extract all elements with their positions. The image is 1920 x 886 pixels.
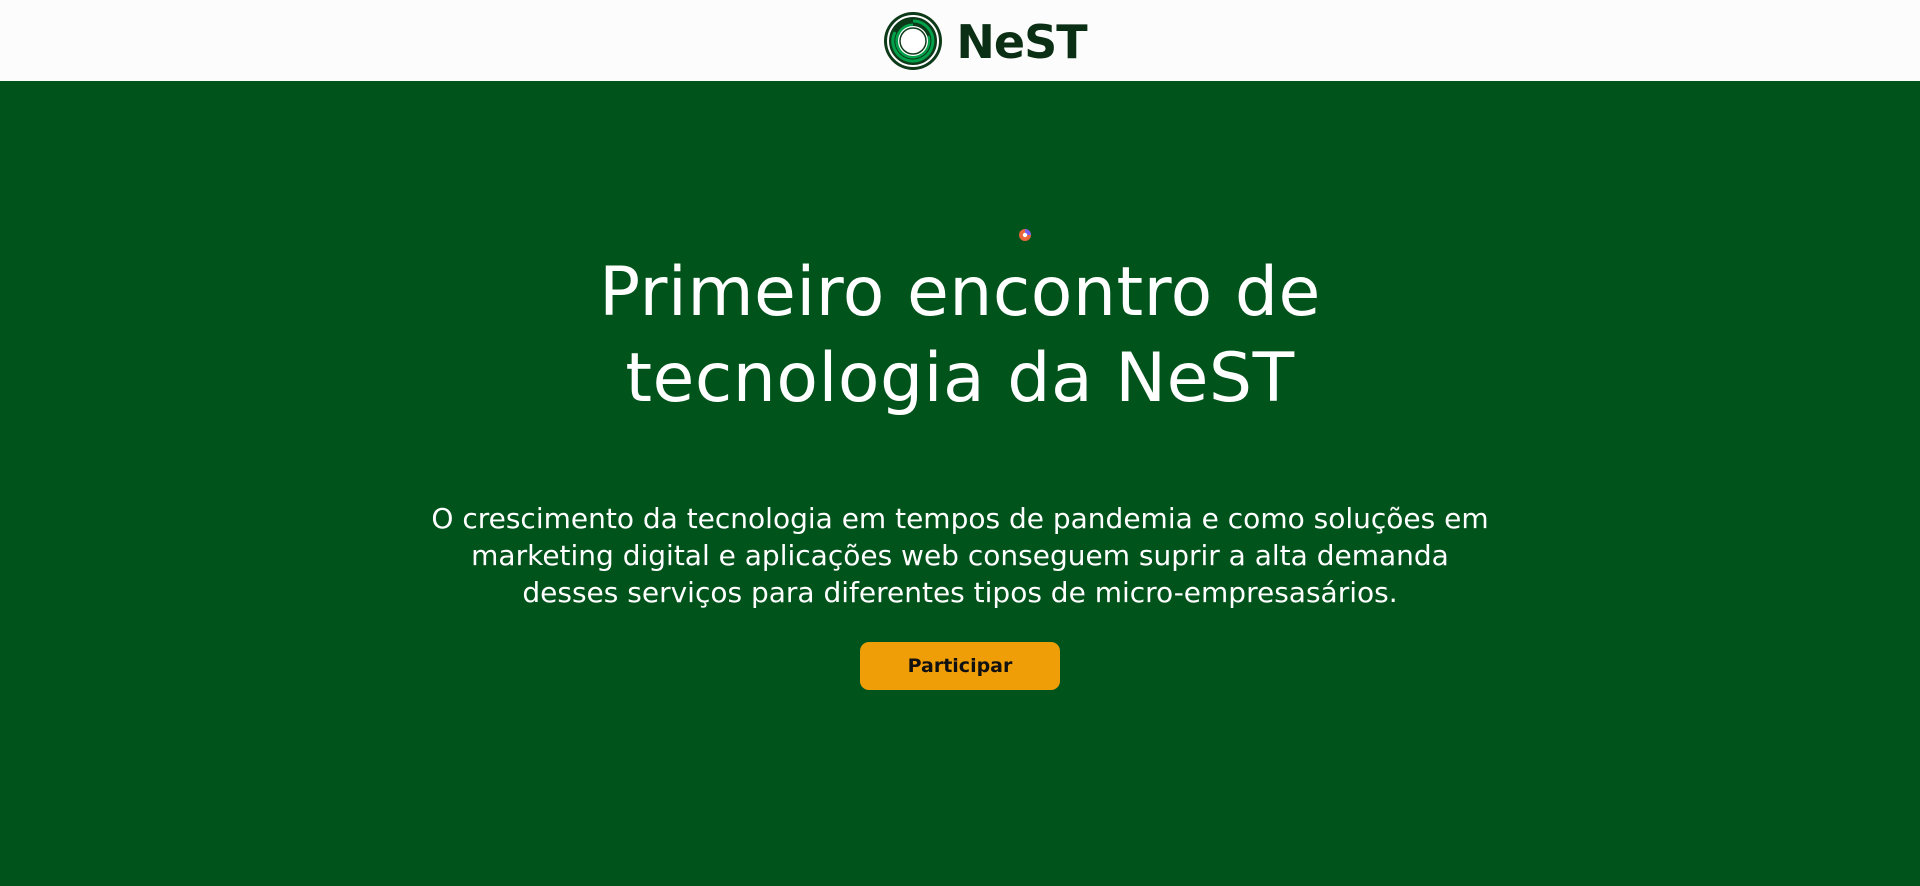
busy-cursor-icon [1019,229,1031,241]
hero-title-line-1: Primeiro encontro de [599,253,1321,332]
hero-section [0,81,1920,886]
logo-text: NeST [956,14,1087,69]
top-header: NeST [0,0,1920,81]
concentric-rings-logo-icon [884,11,943,70]
hero-title-line-2: tecnologia da NeST [625,339,1295,418]
hero-subtitle: O crescimento da tecnologia em tempos de… [360,500,1560,611]
hero-title: Primeiro encontro de tecnologia da NeST [460,250,1460,422]
hero-subtitle-line-2: marketing digital e aplicações web conse… [471,539,1449,572]
nest-logo[interactable]: NeST [882,10,1088,72]
hero-subtitle-line-1: O crescimento da tecnologia em tempos de… [431,502,1489,535]
hero-subtitle-line-3: desses serviços para diferentes tipos de… [522,576,1398,609]
participar-button[interactable]: Participar [860,642,1060,690]
